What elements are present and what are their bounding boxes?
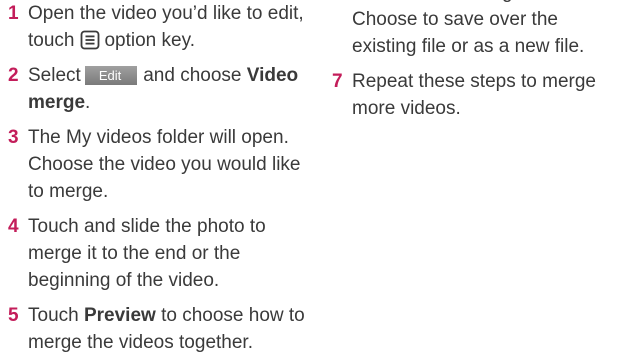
step-3: 3 The My videos folder will open. Choose… bbox=[8, 124, 308, 205]
manual-page: 1 Open the video you’d like to edit, tou… bbox=[0, 0, 626, 355]
step-text: Touch bbox=[28, 305, 79, 326]
step-number: 2 bbox=[8, 65, 19, 86]
step-text: Open the video you’d like to edit, bbox=[28, 3, 304, 24]
step-text: save the new merged video. Choose to sav… bbox=[352, 0, 590, 57]
step-text: Touch and slide the photo to merge it to… bbox=[28, 216, 266, 291]
step-5: 5 Touch Preview to choose how to merge t… bbox=[8, 302, 308, 355]
step-number: 7 bbox=[332, 71, 343, 92]
step-text: Select bbox=[28, 65, 81, 86]
left-column: 1 Open the video you’d like to edit, tou… bbox=[8, 0, 308, 355]
step-6: save the new merged video. Choose to sav… bbox=[332, 0, 624, 60]
right-column: save the new merged video. Choose to sav… bbox=[332, 0, 624, 130]
menu-icon bbox=[80, 30, 100, 50]
step-text: and choose bbox=[143, 65, 242, 86]
step-number: 3 bbox=[8, 127, 19, 148]
edit-button: Edit bbox=[84, 66, 138, 85]
preview-label: Preview bbox=[83, 305, 156, 326]
step-2: 2 Select Edit and choose Video merge. bbox=[8, 62, 308, 116]
step-text: touch bbox=[28, 30, 75, 51]
step-1: 1 Open the video you’d like to edit, tou… bbox=[8, 0, 308, 54]
step-text: . bbox=[85, 92, 91, 113]
step-7: 7 Repeat these steps to merge more video… bbox=[332, 68, 624, 122]
step-number: 4 bbox=[8, 216, 19, 237]
step-text: option key. bbox=[104, 30, 195, 51]
step-number: 1 bbox=[8, 3, 19, 24]
step-4: 4 Touch and slide the photo to merge it … bbox=[8, 213, 308, 294]
step-text: Repeat these steps to merge more videos. bbox=[352, 71, 596, 119]
step-text: The My videos folder will open. Choose t… bbox=[28, 127, 301, 202]
step-number: 5 bbox=[8, 305, 19, 326]
